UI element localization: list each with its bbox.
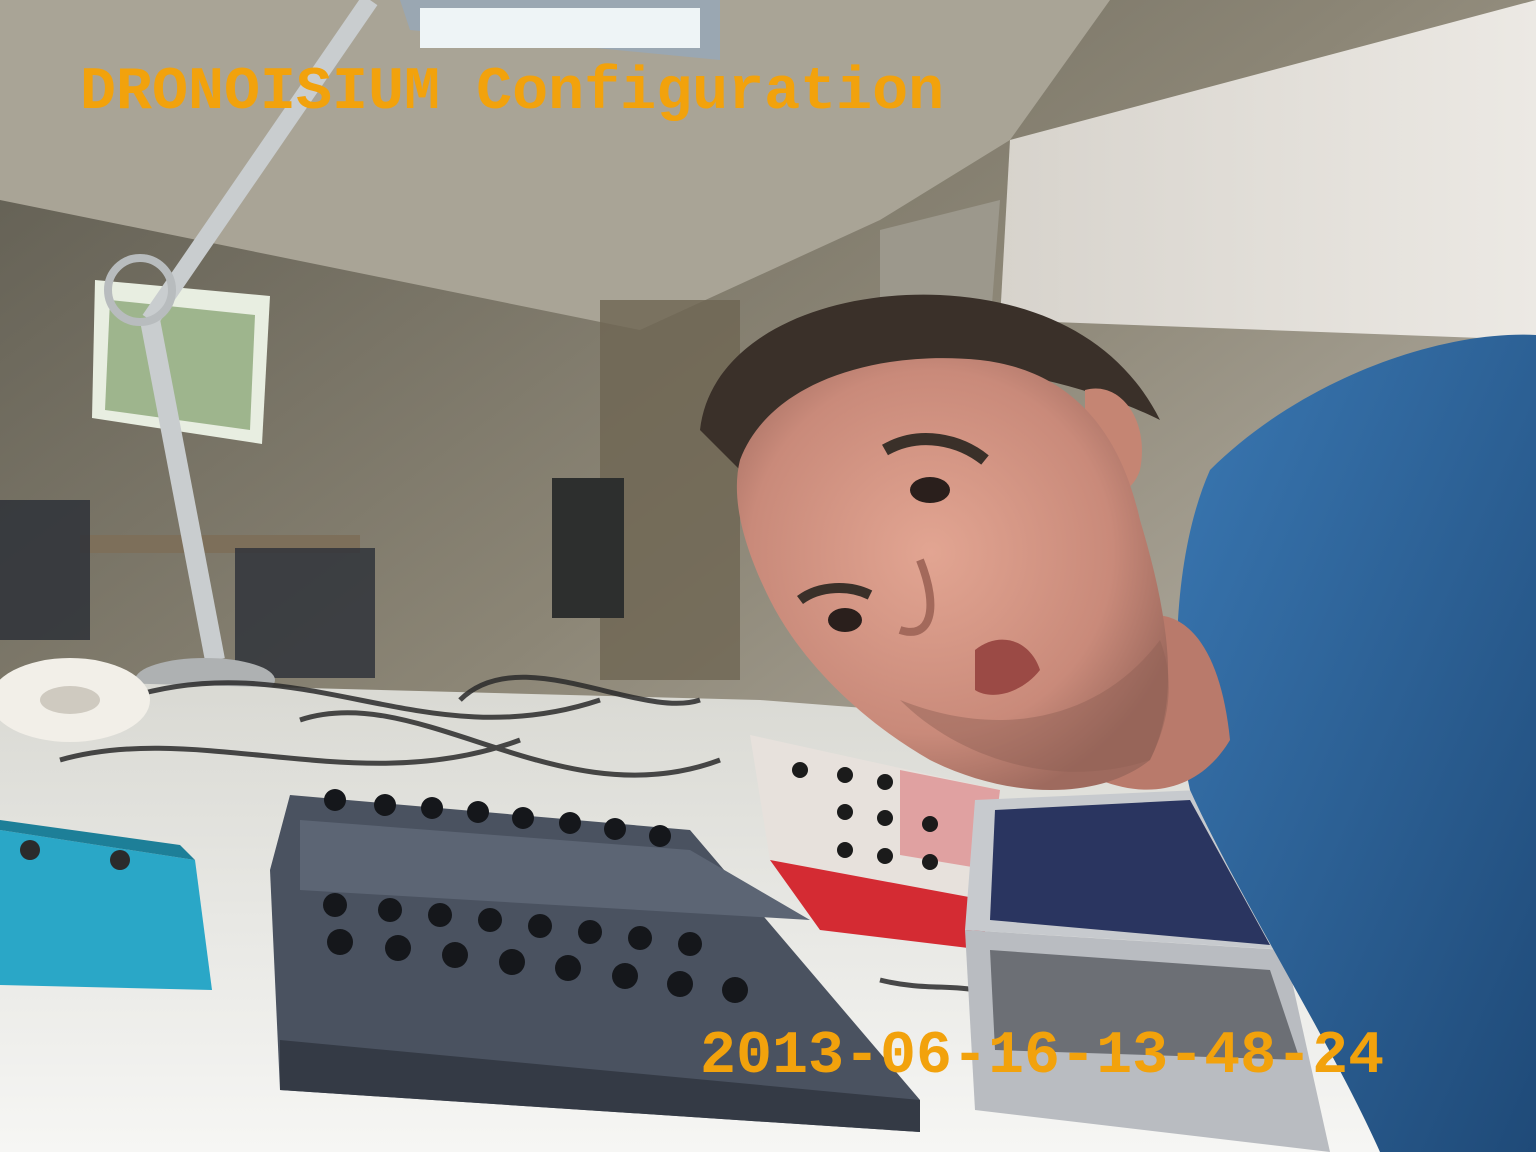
effects-pedal-icon	[0, 820, 212, 990]
chair-left	[0, 500, 90, 640]
eye-left	[828, 608, 862, 632]
speaker	[552, 478, 624, 618]
eye-right	[910, 477, 950, 503]
overlay-timestamp: 2013-06-16-13-48-24	[700, 1023, 1385, 1091]
overlay-title: DRONOISIUM Configuration	[80, 59, 945, 127]
photo-scene	[0, 0, 1536, 1152]
chair-middle	[235, 548, 375, 678]
